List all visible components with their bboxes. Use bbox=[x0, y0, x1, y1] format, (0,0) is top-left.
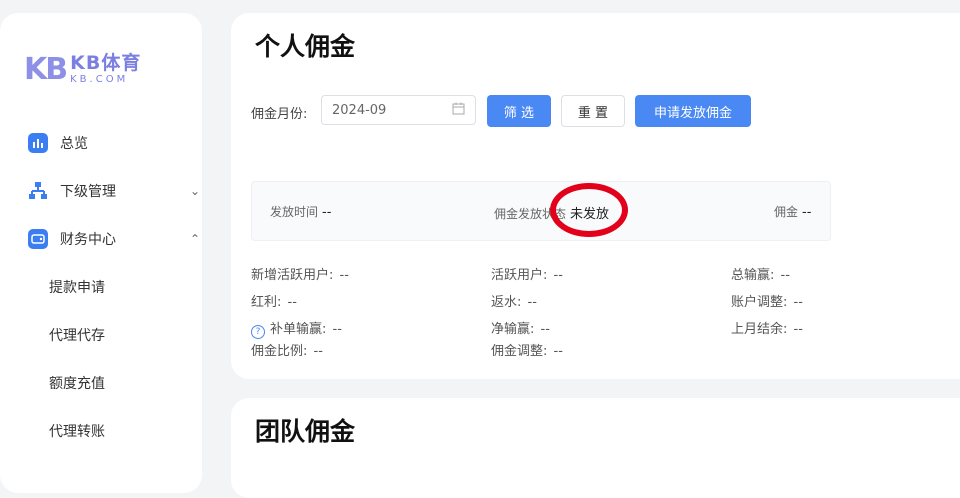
apply-commission-button[interactable]: 申请发放佣金 bbox=[635, 95, 751, 127]
stat-active-users: 活跃用户: -- bbox=[491, 268, 563, 283]
chart-icon bbox=[28, 133, 48, 153]
sidebar-item-overview[interactable]: 总览 bbox=[28, 133, 88, 153]
brand-name: KB体育 bbox=[70, 51, 142, 74]
filter-button[interactable]: 筛 选 bbox=[487, 95, 551, 127]
calendar-icon bbox=[452, 102, 465, 119]
wallet-icon bbox=[28, 229, 48, 249]
section-title: 团队佣金 bbox=[255, 417, 356, 446]
sidebar-item-label: 财务中心 bbox=[60, 232, 116, 248]
commission-status-box: 发放时间 -- 佣金发放状态 未发放 佣金 -- bbox=[251, 181, 831, 241]
chevron-down-icon[interactable]: ⌄ bbox=[190, 184, 200, 198]
stat-new-active-users: 新增活跃用户: -- bbox=[251, 268, 349, 283]
stat-last-month-balance: 上月结余: -- bbox=[731, 322, 803, 337]
chevron-up-icon[interactable]: ⌃ bbox=[190, 232, 200, 246]
brand-domain: KB.COM bbox=[70, 73, 129, 85]
sidebar: KB KB体育 KB.COM 总览 下级管理 ⌄ 财务中心 ⌃ 提款申请 代理代… bbox=[0, 13, 202, 493]
stat-supplement-win-loss: ? 补单输赢: -- bbox=[251, 318, 342, 339]
sidebar-item-finance[interactable]: 财务中心 ⌃ bbox=[28, 229, 200, 249]
stat-account-adjustment: 账户调整: -- bbox=[731, 295, 803, 310]
stat-bonus: 红利: -- bbox=[251, 295, 297, 310]
stat-total-win-loss: 总输赢: -- bbox=[731, 268, 790, 283]
stat-net-win-loss: 净输赢: -- bbox=[491, 322, 550, 337]
sidebar-item-subordinates[interactable]: 下级管理 ⌄ bbox=[28, 181, 200, 201]
team-commission-card: 团队佣金 bbox=[231, 398, 960, 498]
sidebar-item-label: 下级管理 bbox=[60, 184, 116, 200]
sidebar-subitem-agent-transfer[interactable]: 代理转账 bbox=[49, 421, 105, 441]
help-icon[interactable]: ? bbox=[251, 325, 265, 339]
commission-amount: 佣金 -- bbox=[774, 205, 812, 220]
logo-mark: KB bbox=[24, 51, 68, 87]
month-date-picker[interactable]: 2024-09 bbox=[321, 95, 476, 125]
stat-commission-ratio: 佣金比例: -- bbox=[251, 344, 323, 359]
month-date-value: 2024-09 bbox=[332, 102, 387, 118]
stat-rebate: 返水: -- bbox=[491, 295, 537, 310]
payout-status-value: 未发放 bbox=[570, 207, 610, 222]
sidebar-subitem-agent-deposit[interactable]: 代理代存 bbox=[49, 325, 105, 345]
sidebar-subitem-withdraw[interactable]: 提款申请 bbox=[49, 277, 105, 297]
page-title: 个人佣金 bbox=[255, 32, 356, 61]
sidebar-item-label: 总览 bbox=[60, 136, 88, 152]
sidebar-subitem-quota-recharge[interactable]: 额度充值 bbox=[49, 373, 105, 393]
personal-commission-card: 个人佣金 佣金月份: 2024-09 筛 选 重 置 申请发放佣金 发放时间 --… bbox=[231, 13, 960, 379]
hierarchy-icon bbox=[28, 181, 48, 201]
stat-commission-adjustment: 佣金调整: -- bbox=[491, 344, 563, 359]
payout-status: 佣金发放状态 未发放 bbox=[494, 207, 610, 222]
payout-time: 发放时间 -- bbox=[270, 205, 332, 220]
brand-logo[interactable]: KB KB体育 KB.COM bbox=[24, 49, 141, 89]
month-filter-label: 佣金月份: bbox=[251, 107, 308, 122]
reset-button[interactable]: 重 置 bbox=[561, 95, 625, 127]
